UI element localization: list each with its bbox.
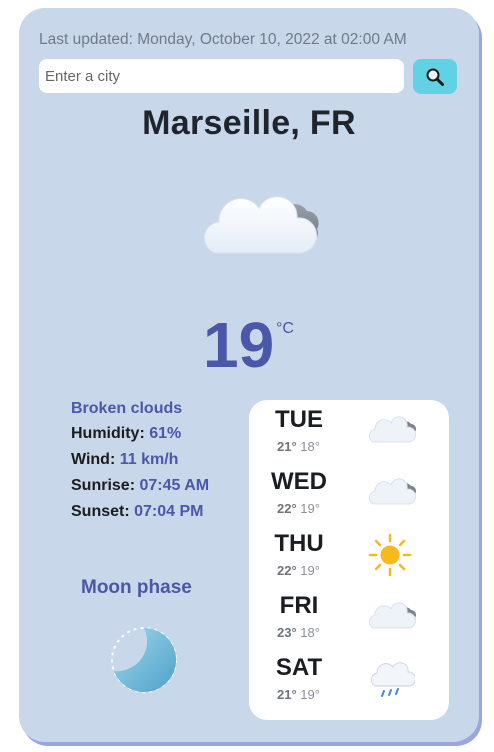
- forecast-temps: 22° 19°: [277, 563, 320, 578]
- forecast-day-name: SAT: [275, 654, 323, 681]
- broken-clouds-icon: [369, 602, 416, 629]
- sunrise-value: 07:45 AM: [139, 477, 210, 494]
- forecast-min: 19°: [300, 687, 320, 702]
- forecast-max: 21°: [277, 687, 297, 702]
- weather-details: Broken clouds Humidity: 61% Wind: 11 km/…: [71, 400, 209, 529]
- sunset-row: Sunset: 07:04 PM: [71, 503, 209, 521]
- city-name: Marseille, FR: [142, 104, 356, 142]
- forecast-day-name: FRI: [279, 592, 319, 619]
- forecast-max: 22°: [277, 501, 297, 516]
- forecast-panel: TUE 21° 18° WED 22° 19° THU 22° 19° FRI …: [249, 400, 449, 720]
- sunset-value: 07:04 PM: [134, 503, 204, 520]
- forecast-day: FRI 23° 18°: [249, 592, 449, 654]
- moon-phase-icon: [111, 627, 177, 693]
- forecast-day-name: THU: [274, 530, 324, 557]
- wind-label: Wind:: [71, 451, 116, 468]
- forecast-temps: 23° 18°: [277, 625, 320, 640]
- forecast-max: 21°: [277, 439, 297, 454]
- forecast-temps: 22° 19°: [277, 501, 320, 516]
- city-search-input[interactable]: [39, 59, 404, 93]
- forecast-day-name: TUE: [275, 406, 323, 433]
- humidity-value: 61%: [149, 425, 182, 442]
- temperature-unit: °C: [276, 320, 294, 337]
- forecast-min: 19°: [300, 563, 320, 578]
- sunset-label: Sunset:: [71, 503, 130, 520]
- forecast-min: 18°: [300, 625, 320, 640]
- forecast-day: THU 22° 19°: [249, 530, 449, 592]
- forecast-day: TUE 21° 18°: [249, 406, 449, 468]
- search-button[interactable]: [413, 59, 457, 94]
- sun-icon: [368, 533, 412, 577]
- sunrise-label: Sunrise:: [71, 477, 136, 494]
- magnifier-icon: [426, 68, 444, 86]
- forecast-max: 22°: [277, 563, 297, 578]
- moon-phase-label: Moon phase: [81, 577, 192, 598]
- humidity-label: Humidity:: [71, 425, 145, 442]
- forecast-min: 19°: [300, 501, 320, 516]
- broken-clouds-icon: [203, 196, 319, 254]
- humidity-row: Humidity: 61%: [71, 425, 209, 443]
- sunrise-row: Sunrise: 07:45 AM: [71, 477, 209, 495]
- broken-clouds-icon: [369, 478, 416, 505]
- forecast-temps: 21° 18°: [277, 439, 320, 454]
- forecast-day: SAT 21° 19°: [249, 654, 449, 716]
- rain-cloud-icon: [371, 662, 415, 697]
- weather-description: Broken clouds: [71, 400, 183, 417]
- forecast-max: 23°: [277, 625, 297, 640]
- wind-row: Wind: 11 km/h: [71, 451, 209, 469]
- weather-card: Last updated: Monday, October 10, 2022 a…: [19, 8, 479, 742]
- forecast-min: 18°: [300, 439, 320, 454]
- current-temperature: 19: [203, 309, 275, 381]
- forecast-day: WED 22° 19°: [249, 468, 449, 530]
- forecast-temps: 21° 19°: [277, 687, 320, 702]
- last-updated: Last updated: Monday, October 10, 2022 a…: [39, 31, 407, 48]
- broken-clouds-icon: [369, 416, 416, 443]
- wind-value: 11 km/h: [119, 451, 179, 468]
- forecast-day-name: WED: [271, 468, 327, 495]
